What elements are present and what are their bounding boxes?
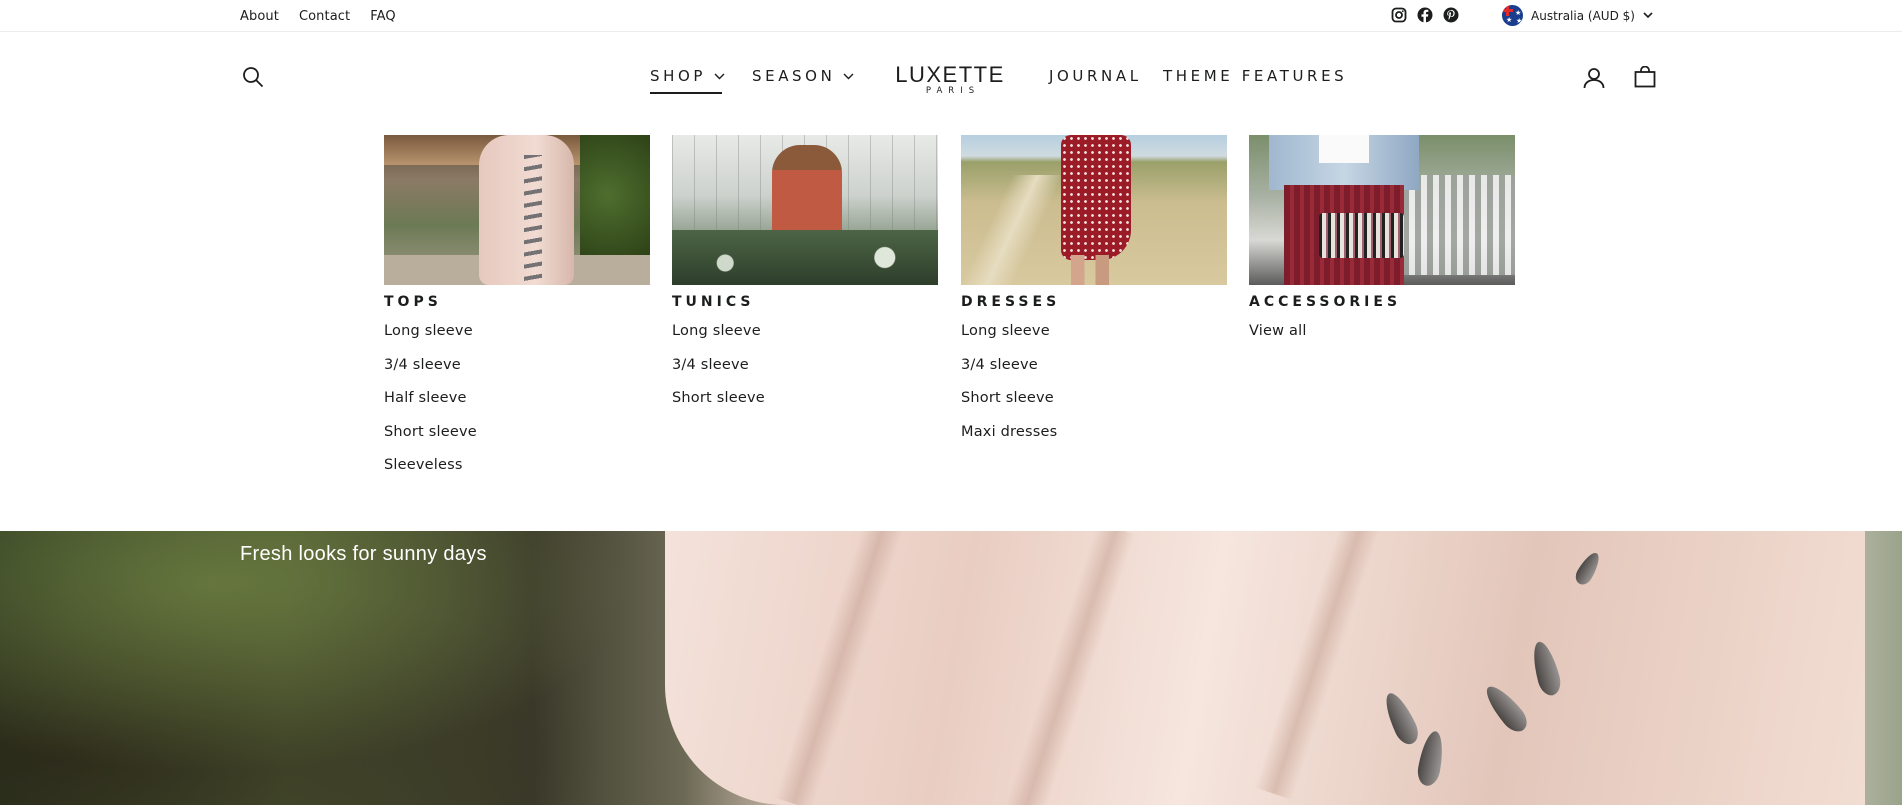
account-icon [1583, 68, 1605, 89]
menu-link[interactable]: 3/4 sleeve [384, 357, 650, 391]
instagram-icon[interactable] [1391, 7, 1407, 23]
menu-column-tunics: TUNICS Long sleeve 3/4 sleeve Short slee… [672, 135, 938, 424]
menu-link[interactable]: Long sleeve [961, 323, 1227, 357]
menu-link[interactable]: Short sleeve [961, 390, 1227, 424]
facebook-icon[interactable] [1417, 7, 1433, 23]
search-icon [243, 67, 264, 88]
nav-shop[interactable]: SHOP [650, 67, 725, 85]
menu-link[interactable]: Long sleeve [384, 323, 650, 357]
nav-journal[interactable]: JOURNAL [1049, 67, 1142, 85]
nav-shop-label: SHOP [650, 67, 707, 85]
site-header: SHOP SEASON LUXETTE PARIS JOURNAL THEME … [0, 33, 1902, 96]
menu-column-title[interactable]: TUNICS [672, 294, 938, 310]
cart-icon [1634, 65, 1656, 88]
menu-link[interactable]: 3/4 sleeve [672, 357, 938, 391]
menu-link[interactable]: View all [1249, 323, 1515, 357]
menu-link[interactable]: 3/4 sleeve [961, 357, 1227, 391]
dresses-image[interactable] [961, 135, 1227, 285]
nav-season[interactable]: SEASON [752, 67, 854, 85]
pinterest-icon[interactable] [1443, 7, 1459, 23]
utility-links: About Contact FAQ [240, 9, 396, 24]
menu-column-accessories: ACCESSORIES View all [1249, 135, 1515, 357]
menu-column-links: Long sleeve 3/4 sleeve Half sleeve Short… [384, 323, 650, 491]
menu-column-tops: TOPS Long sleeve 3/4 sleeve Half sleeve … [384, 135, 650, 491]
currency-selector[interactable]: ★ ★ ★ Australia (AUD $) [1502, 5, 1653, 26]
menu-link[interactable]: Half sleeve [384, 390, 650, 424]
faq-link[interactable]: FAQ [370, 9, 395, 24]
menu-column-title[interactable]: TOPS [384, 294, 650, 310]
currency-label: Australia (AUD $) [1531, 8, 1635, 23]
chevron-down-icon [843, 73, 854, 79]
menu-column-links: View all [1249, 323, 1515, 357]
account-button[interactable] [1583, 67, 1605, 93]
chevron-down-icon [1643, 12, 1653, 19]
menu-link[interactable]: Sleeveless [384, 457, 650, 491]
menu-column-links: Long sleeve 3/4 sleeve Short sleeve Maxi… [961, 323, 1227, 457]
utility-bar: About Contact FAQ ★ ★ ★ Australia (AUD $… [0, 0, 1902, 32]
social-links [1391, 7, 1459, 23]
menu-column-links: Long sleeve 3/4 sleeve Short sleeve [672, 323, 938, 424]
shop-mega-menu: TOPS Long sleeve 3/4 sleeve Half sleeve … [0, 93, 1902, 531]
chevron-down-icon [714, 73, 725, 79]
menu-column-title[interactable]: DRESSES [961, 294, 1227, 310]
tops-image[interactable] [384, 135, 650, 285]
nav-season-label: SEASON [752, 67, 836, 85]
australia-flag-icon: ★ ★ ★ [1502, 5, 1523, 26]
about-link[interactable]: About [240, 9, 279, 24]
hero-subtitle: Fresh looks for sunny days [240, 543, 487, 565]
nav-shop-active-indicator [650, 92, 722, 94]
menu-link[interactable]: Maxi dresses [961, 424, 1227, 458]
contact-link[interactable]: Contact [299, 9, 350, 24]
menu-link[interactable]: Short sleeve [384, 424, 650, 458]
menu-column-title[interactable]: ACCESSORIES [1249, 294, 1515, 310]
menu-link[interactable]: Long sleeve [672, 323, 938, 357]
accessories-image[interactable] [1249, 135, 1515, 285]
cart-button[interactable] [1634, 65, 1656, 92]
search-button[interactable] [242, 66, 264, 92]
logo-wordmark: LUXETTE [895, 62, 1005, 87]
menu-link[interactable]: Short sleeve [672, 390, 938, 424]
hero-banner: Fresh looks for sunny days [0, 531, 1902, 805]
nav-theme-features[interactable]: THEME FEATURES [1163, 67, 1347, 85]
site-logo[interactable]: LUXETTE PARIS [893, 62, 1007, 96]
tunics-image[interactable] [672, 135, 938, 285]
menu-column-dresses: DRESSES Long sleeve 3/4 sleeve Short sle… [961, 135, 1227, 457]
